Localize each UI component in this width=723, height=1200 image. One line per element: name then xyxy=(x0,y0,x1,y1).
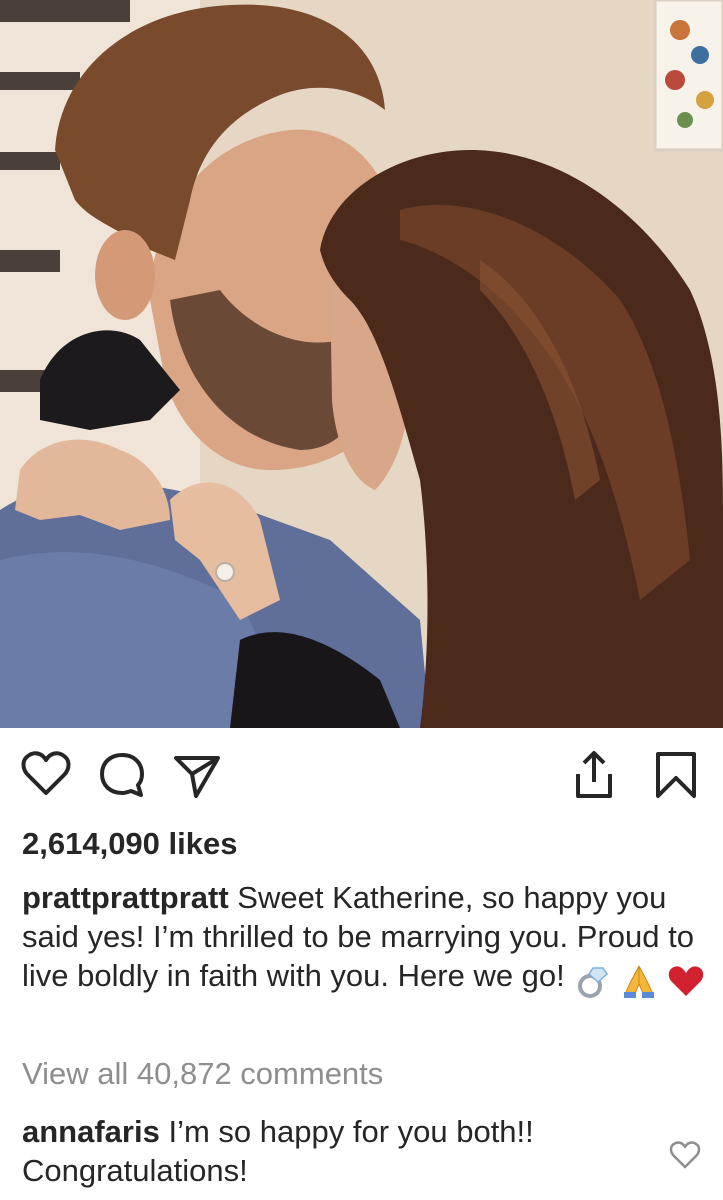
paper-plane-icon[interactable] xyxy=(168,746,224,802)
red-heart-emoji xyxy=(668,965,703,996)
caption-username[interactable]: prattprattpratt xyxy=(22,880,229,915)
like-count[interactable]: 2,614,090 likes xyxy=(22,826,237,862)
bookmark-icon[interactable] xyxy=(648,746,704,802)
comment-username[interactable]: annafaris xyxy=(22,1114,160,1149)
post-photo[interactable] xyxy=(0,0,723,728)
post-caption: prattprattpratt Sweet Katherine, so happ… xyxy=(22,878,712,998)
view-all-comments-link[interactable]: View all 40,872 comments xyxy=(22,1056,383,1092)
heart-outline-icon[interactable] xyxy=(18,746,74,802)
instagram-post: 2,614,090 likes prattprattpratt Sweet Ka… xyxy=(0,0,723,1200)
top-comment: annafaris I’m so happy for you both!! Co… xyxy=(22,1112,642,1190)
ring-emoji xyxy=(578,966,609,998)
small-heart-icon[interactable] xyxy=(668,1138,702,1172)
share-upload-icon[interactable] xyxy=(566,746,622,802)
praying-hands-emoji xyxy=(624,965,655,998)
caption-emojis xyxy=(573,959,704,998)
speech-bubble-icon[interactable] xyxy=(94,746,150,802)
post-photo-illustration xyxy=(0,0,723,728)
action-bar xyxy=(0,728,723,828)
